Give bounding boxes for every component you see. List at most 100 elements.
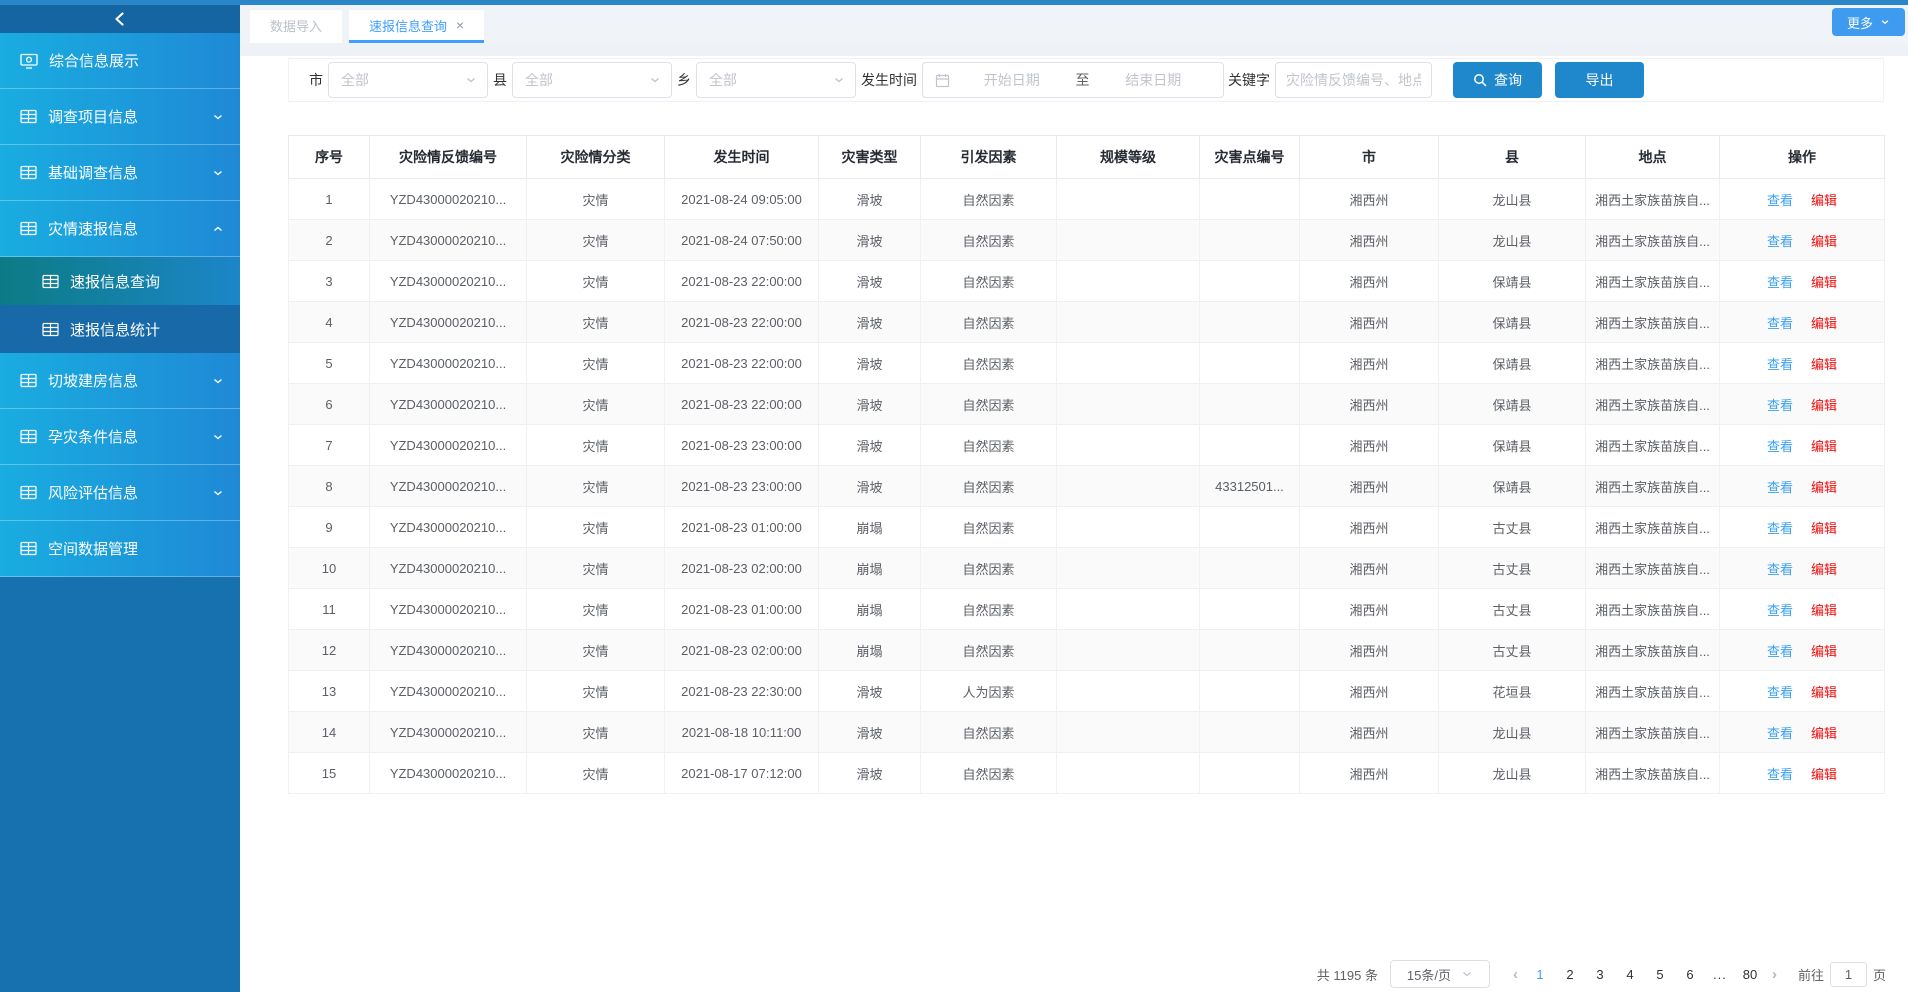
table-cell	[1200, 712, 1300, 753]
grid-icon	[20, 221, 37, 236]
edit-link[interactable]: 编辑	[1811, 521, 1837, 536]
view-link[interactable]: 查看	[1767, 603, 1793, 618]
table-cell: 湘西州	[1300, 671, 1439, 712]
table-cell: 湘西州	[1300, 384, 1439, 425]
more-button[interactable]: 更多	[1832, 8, 1905, 36]
sidebar-subitem[interactable]: 速报信息查询	[0, 257, 240, 305]
table-cell: 滑坡	[819, 671, 921, 712]
sidebar-item[interactable]: 切坡建房信息	[0, 353, 240, 409]
close-icon[interactable]: ×	[456, 17, 464, 33]
table-cell: 43312501...	[1200, 466, 1300, 507]
sidebar-subitem[interactable]: 速报信息统计	[0, 305, 240, 353]
table-cell: 自然因素	[921, 712, 1057, 753]
table-cell: 龙山县	[1439, 712, 1586, 753]
chevron-down-icon	[833, 74, 845, 86]
view-link[interactable]: 查看	[1767, 316, 1793, 331]
table-cell: 灾情	[527, 466, 665, 507]
goto-page-input[interactable]	[1830, 962, 1867, 987]
edit-link[interactable]: 编辑	[1811, 275, 1837, 290]
table-cell	[1057, 548, 1200, 589]
page-unit-label: 页	[1873, 965, 1886, 984]
page-button[interactable]: 1	[1525, 967, 1555, 982]
date-range-picker[interactable]: 开始日期 至 结束日期	[922, 62, 1224, 98]
actions-cell: 查看 编辑	[1720, 712, 1885, 753]
page-button[interactable]: 3	[1585, 967, 1615, 982]
table-cell	[1200, 220, 1300, 261]
sidebar-item[interactable]: 灾情速报信息	[0, 201, 240, 257]
edit-link[interactable]: 编辑	[1811, 234, 1837, 249]
edit-link[interactable]: 编辑	[1811, 726, 1837, 741]
page-button[interactable]: 5	[1645, 967, 1675, 982]
view-link[interactable]: 查看	[1767, 562, 1793, 577]
sidebar-filler	[0, 577, 240, 992]
edit-link[interactable]: 编辑	[1811, 439, 1837, 454]
edit-link[interactable]: 编辑	[1811, 398, 1837, 413]
table-cell: 湘西土家族苗族自...	[1586, 220, 1720, 261]
table-cell: 灾情	[527, 630, 665, 671]
table-cell: 湘西州	[1300, 261, 1439, 302]
sidebar-item[interactable]: 基础调查信息	[0, 145, 240, 201]
table-cell: 崩塌	[819, 589, 921, 630]
page-button[interactable]: 2	[1555, 967, 1585, 982]
query-button[interactable]: 查询	[1453, 62, 1542, 98]
edit-link[interactable]: 编辑	[1811, 644, 1837, 659]
view-link[interactable]: 查看	[1767, 521, 1793, 536]
table-row: 13YZD43000020210...灾情2021-08-23 22:30:00…	[289, 671, 1885, 712]
table-cell: 2021-08-23 01:00:00	[665, 589, 819, 630]
actions-cell: 查看 编辑	[1720, 548, 1885, 589]
sidebar-item[interactable]: 风险评估信息	[0, 465, 240, 521]
view-link[interactable]: 查看	[1767, 480, 1793, 495]
data-table: 序号灾险情反馈编号灾险情分类发生时间灾害类型引发因素规模等级灾害点编号市县地点操…	[288, 135, 1885, 794]
keyword-input[interactable]	[1275, 62, 1432, 98]
sidebar-collapse-button[interactable]	[0, 5, 240, 33]
view-link[interactable]: 查看	[1767, 726, 1793, 741]
town-filter-label: 乡	[677, 70, 691, 90]
page-button[interactable]: 80	[1735, 967, 1765, 982]
actions-cell: 查看 编辑	[1720, 302, 1885, 343]
view-link[interactable]: 查看	[1767, 398, 1793, 413]
export-button[interactable]: 导出	[1555, 62, 1644, 98]
sidebar-item[interactable]: 孕灾条件信息	[0, 409, 240, 465]
view-link[interactable]: 查看	[1767, 357, 1793, 372]
table-cell: 2021-08-23 01:00:00	[665, 507, 819, 548]
table-cell: 灾情	[527, 589, 665, 630]
view-link[interactable]: 查看	[1767, 767, 1793, 782]
county-select-value: 全部	[525, 70, 649, 90]
table-cell	[1057, 753, 1200, 794]
view-link[interactable]: 查看	[1767, 193, 1793, 208]
page-button[interactable]: 6	[1675, 967, 1705, 982]
table-cell: 湘西土家族苗族自...	[1586, 712, 1720, 753]
view-link[interactable]: 查看	[1767, 685, 1793, 700]
table-row: 15YZD43000020210...灾情2021-08-17 07:12:00…	[289, 753, 1885, 794]
county-select[interactable]: 全部	[512, 62, 672, 98]
city-select[interactable]: 全部	[328, 62, 488, 98]
table-cell: 湘西州	[1300, 302, 1439, 343]
actions-cell: 查看 编辑	[1720, 466, 1885, 507]
view-link[interactable]: 查看	[1767, 234, 1793, 249]
tab-item[interactable]: 速报信息查询×	[349, 10, 484, 43]
edit-link[interactable]: 编辑	[1811, 316, 1837, 331]
next-page-button[interactable]: ›	[1765, 966, 1784, 983]
table-cell	[1057, 179, 1200, 220]
view-link[interactable]: 查看	[1767, 439, 1793, 454]
prev-page-button[interactable]: ‹	[1506, 966, 1525, 983]
tab-item[interactable]: 数据导入	[250, 10, 342, 43]
page-button[interactable]: 4	[1615, 967, 1645, 982]
sidebar-item[interactable]: 调查项目信息	[0, 89, 240, 145]
edit-link[interactable]: 编辑	[1811, 562, 1837, 577]
town-select[interactable]: 全部	[696, 62, 856, 98]
edit-link[interactable]: 编辑	[1811, 685, 1837, 700]
table-header-row: 序号灾险情反馈编号灾险情分类发生时间灾害类型引发因素规模等级灾害点编号市县地点操…	[289, 136, 1885, 179]
table-cell: YZD43000020210...	[370, 630, 527, 671]
edit-link[interactable]: 编辑	[1811, 603, 1837, 618]
edit-link[interactable]: 编辑	[1811, 767, 1837, 782]
edit-link[interactable]: 编辑	[1811, 357, 1837, 372]
view-link[interactable]: 查看	[1767, 644, 1793, 659]
column-header: 灾险情反馈编号	[370, 136, 527, 179]
view-link[interactable]: 查看	[1767, 275, 1793, 290]
sidebar-item[interactable]: 空间数据管理	[0, 521, 240, 577]
page-size-select[interactable]: 15条/页	[1390, 960, 1490, 988]
edit-link[interactable]: 编辑	[1811, 193, 1837, 208]
edit-link[interactable]: 编辑	[1811, 480, 1837, 495]
sidebar-item[interactable]: 综合信息展示	[0, 33, 240, 89]
